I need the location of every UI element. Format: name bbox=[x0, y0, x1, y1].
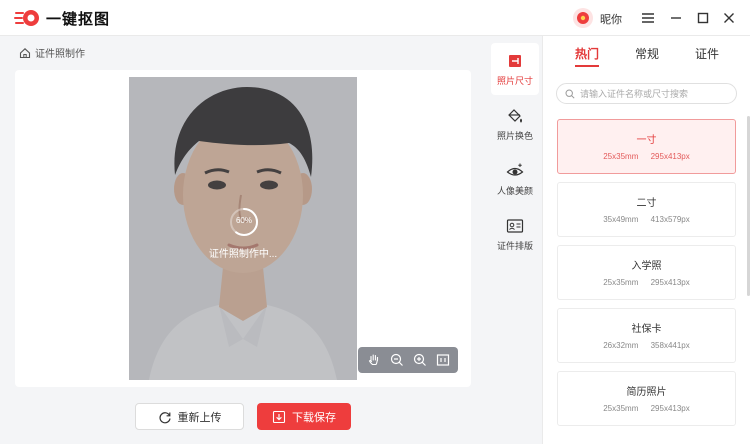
reupload-label: 重新上传 bbox=[177, 411, 222, 424]
size-card[interactable]: 社保卡 26x32mm 358x441px bbox=[557, 308, 736, 363]
active-tab-indicator bbox=[575, 65, 599, 67]
size-name: 入学照 bbox=[631, 261, 662, 272]
size-dims: 35x49mm 413x579px bbox=[603, 215, 690, 224]
tab-certificate[interactable]: 证件 bbox=[695, 45, 719, 62]
breadcrumb[interactable]: 证件照制作 bbox=[19, 45, 85, 60]
size-name: 一寸 bbox=[636, 135, 657, 146]
search-icon bbox=[565, 88, 575, 99]
download-button[interactable]: 下载保存 bbox=[257, 403, 351, 430]
size-card[interactable]: 简历照片 25x35mm 295x413px bbox=[557, 371, 736, 426]
size-panel: 热门 常规 证件 一寸 25x35mm 295x413px 二寸 35x49mm… bbox=[542, 36, 750, 444]
size-tabs: 热门 常规 证件 bbox=[543, 36, 750, 70]
size-name: 社保卡 bbox=[631, 324, 662, 335]
maximize-icon bbox=[697, 12, 709, 24]
size-card[interactable]: 入学照 25x35mm 295x413px bbox=[557, 245, 736, 300]
title-bar: 一键抠图 昵你 bbox=[0, 0, 750, 36]
tool-label: 人像美颜 bbox=[496, 185, 533, 196]
close-button[interactable] bbox=[720, 9, 738, 27]
hamburger-icon bbox=[642, 13, 654, 23]
eye-sparkle-icon bbox=[506, 163, 524, 176]
menu-button[interactable] bbox=[639, 9, 657, 27]
size-dims: 25x35mm 295x413px bbox=[603, 278, 690, 287]
breadcrumb-label: 证件照制作 bbox=[35, 49, 85, 60]
tool-label: 证件排版 bbox=[496, 240, 533, 251]
close-icon bbox=[724, 13, 734, 23]
app-logo-icon bbox=[14, 10, 39, 26]
zoom-in-icon[interactable] bbox=[412, 352, 428, 368]
size-search[interactable] bbox=[556, 83, 737, 104]
hand-icon[interactable] bbox=[366, 352, 382, 368]
id-photo-preview: 60% 证件照制作中... bbox=[129, 77, 357, 380]
size-dims: 25x35mm 295x413px bbox=[603, 404, 690, 413]
preview-canvas: 60% 证件照制作中... bbox=[15, 70, 471, 387]
tool-photo-color[interactable]: 照片换色 bbox=[491, 98, 539, 150]
tool-photo-size[interactable]: 照片尺寸 bbox=[491, 43, 539, 95]
tab-regular[interactable]: 常规 bbox=[635, 45, 659, 62]
progress-text: 证件照制作中... bbox=[208, 249, 278, 260]
home-icon bbox=[19, 47, 31, 58]
size-dims: 26x32mm 358x441px bbox=[603, 341, 690, 350]
progress-percent: 60% bbox=[235, 216, 252, 225]
minimize-icon bbox=[671, 17, 681, 19]
reupload-button[interactable]: 重新上传 bbox=[135, 403, 244, 430]
crop-icon bbox=[509, 54, 521, 67]
size-dims: 25x35mm 295x413px bbox=[603, 152, 690, 161]
minimize-button[interactable] bbox=[667, 9, 685, 27]
user-avatar[interactable] bbox=[573, 8, 593, 28]
flower-avatar-icon bbox=[577, 12, 589, 24]
fit-icon[interactable] bbox=[435, 352, 451, 368]
zoom-out-icon[interactable] bbox=[389, 352, 405, 368]
tab-hot[interactable]: 热门 bbox=[575, 45, 599, 62]
size-card[interactable]: 二寸 35x49mm 413x579px bbox=[557, 182, 736, 237]
zoom-toolbar bbox=[358, 347, 458, 373]
download-icon bbox=[272, 410, 286, 423]
tool-beauty[interactable]: 人像美颜 bbox=[491, 153, 539, 205]
download-label: 下载保存 bbox=[292, 411, 336, 424]
tool-layout[interactable]: 证件排版 bbox=[491, 208, 539, 260]
search-input[interactable] bbox=[580, 88, 730, 99]
size-name: 简历照片 bbox=[626, 387, 667, 398]
tool-label: 照片换色 bbox=[496, 130, 533, 141]
tool-sidebar: 照片尺寸 照片换色 人像美颜 证件排版 bbox=[487, 36, 542, 444]
maximize-button[interactable] bbox=[694, 9, 712, 27]
refresh-icon bbox=[159, 411, 171, 423]
tool-label: 照片尺寸 bbox=[496, 75, 533, 86]
paint-bucket-icon bbox=[508, 108, 522, 123]
size-name: 二寸 bbox=[636, 198, 657, 209]
id-card-icon bbox=[506, 218, 524, 233]
app-title: 一键抠图 bbox=[46, 11, 111, 28]
user-nickname[interactable]: 昵你 bbox=[600, 11, 622, 27]
size-card[interactable]: 一寸 25x35mm 295x413px bbox=[557, 119, 736, 174]
